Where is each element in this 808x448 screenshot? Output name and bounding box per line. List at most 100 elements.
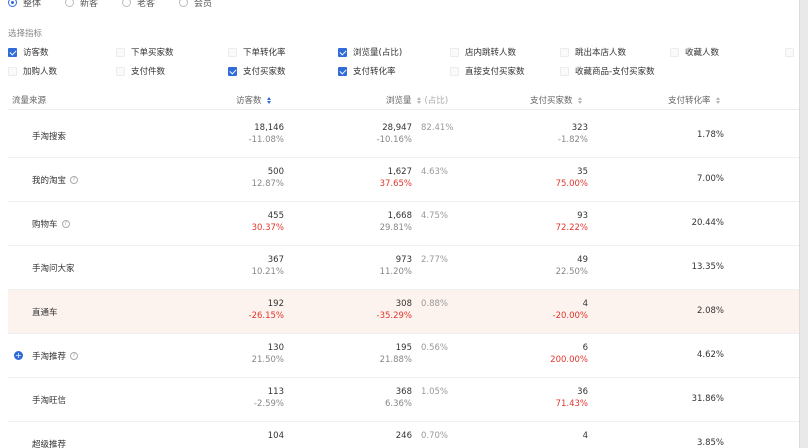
metric-option[interactable]: 支付转化率	[338, 65, 396, 77]
metric-option[interactable]: 下单转化率	[228, 46, 286, 58]
help-icon[interactable]: ?	[70, 176, 79, 184]
table-row[interactable]: 直通车 192 -26.15% 308 -35.29% 4 -20.00% 2.08% 0.88…	[8, 290, 799, 334]
pageviews-cell: 28,947 -10.16%	[377, 123, 412, 147]
help-icon[interactable]: ?	[61, 220, 70, 228]
metric-label: 直接支付买家数	[465, 67, 525, 77]
segment-radio[interactable]: 整体	[8, 0, 42, 9]
checkbox-icon[interactable]	[450, 47, 459, 57]
table-row[interactable]: 我的淘宝? 500 12.87% 1,627 37.65% 35 75.00% 7.00% 4.…	[8, 158, 799, 202]
header-conversion[interactable]: 支付转化率	[668, 94, 720, 106]
pageviews-cell-value: 368	[395, 387, 412, 397]
customer-segment-radios: 整体 新客 老客 会员	[8, 0, 236, 9]
radio-icon[interactable]	[8, 0, 17, 7]
checkbox-icon[interactable]	[670, 47, 679, 57]
table-row[interactable]: 手淘搜索 18,146 -11.08% 28,947 -10.16% 323 -1.82% 1…	[8, 114, 799, 158]
visitors-cell: 192 -26.15%	[249, 299, 284, 323]
source-cell: 手淘推荐?	[32, 334, 79, 378]
checkbox-icon[interactable]	[228, 47, 237, 57]
window-edge	[800, 0, 808, 448]
pageviews-cell-change: 11.20%	[379, 267, 412, 277]
conversion-cell: 3.85%	[697, 438, 724, 448]
buyers-cell-change: -20.00%	[552, 311, 588, 321]
segment-radio[interactable]: 会员	[179, 0, 212, 9]
metric-label: 支付件数	[131, 67, 166, 77]
conversion-cell: 20.44%	[692, 218, 724, 230]
conversion-cell-value: 13.35%	[691, 262, 724, 272]
segment-radio[interactable]: 新客	[65, 0, 98, 9]
conversion-cell: 13.35%	[692, 262, 724, 274]
pageviews-share: 4.63%	[421, 167, 449, 177]
checkbox-icon[interactable]	[8, 66, 17, 76]
checkbox-icon[interactable]	[785, 47, 794, 57]
sort-icon[interactable]	[416, 96, 421, 104]
table-row[interactable]: 购物车? 455 30.37% 1,668 29.81% 93 72.22% 20.44% 4.…	[8, 202, 799, 246]
checkbox-icon[interactable]	[8, 47, 17, 57]
sort-icon[interactable]	[577, 96, 582, 104]
segment-label: 整体	[23, 0, 42, 9]
checkbox-icon[interactable]	[338, 47, 347, 57]
visitors-cell-value: 455	[267, 211, 284, 221]
source-label: 购物车	[32, 220, 58, 230]
header-buyers[interactable]: 支付买家数	[530, 94, 582, 106]
segment-radio[interactable]: 老客	[122, 0, 155, 9]
table-row[interactable]: 手淘旺信 113 -2.59% 368 6.36% 36 71.43% 31.86% 1.05%	[8, 378, 799, 422]
metric-option[interactable]: 店内跳转人数	[450, 46, 516, 58]
table-row[interactable]: 手淘问大家 367 10.21% 973 11.20% 49 22.50% 13.35% 2.7…	[8, 246, 799, 290]
pageviews-cell-value: 28,947	[382, 123, 412, 133]
metric-label: 收藏商品-支付买家数	[575, 67, 655, 77]
source-label: 手淘旺信	[32, 396, 67, 406]
expand-icon[interactable]: +	[14, 351, 23, 360]
traffic-source-panel: 整体 新客 老客 会员 选择指标 访客数 下单买家数 下单转化率 浏览量(占比) 店内跳转人数…	[0, 0, 800, 448]
metric-option[interactable]: 直接支付买家数	[450, 65, 525, 77]
pageviews-share: 82.41%	[421, 123, 454, 133]
metric-label: 访客数	[23, 48, 49, 58]
sort-icon[interactable]	[715, 96, 720, 104]
checkbox-icon[interactable]	[450, 66, 459, 76]
visitors-cell-change	[268, 443, 284, 448]
pageviews-cell: 308 -35.29%	[377, 299, 412, 323]
checkbox-icon[interactable]	[338, 66, 347, 76]
checkbox-icon[interactable]	[560, 66, 569, 76]
table-row[interactable]: 超级推荐 104 246 4 3.85% 0.70%	[8, 422, 799, 448]
help-icon[interactable]: ?	[70, 352, 79, 360]
metric-option[interactable]: 浏览量(占比)	[338, 46, 402, 58]
visitors-cell: 130 21.50%	[252, 343, 284, 367]
buyers-cell: 4 -20.00%	[553, 299, 588, 323]
checkbox-icon[interactable]	[116, 66, 125, 76]
header-visitors[interactable]: 访客数	[236, 94, 271, 106]
visitors-cell: 500 12.87%	[252, 167, 284, 191]
buyers-cell-change: 71.43%	[555, 399, 588, 409]
checkbox-icon[interactable]	[228, 66, 237, 76]
metric-option[interactable]: 加购人数	[8, 65, 57, 77]
header-pageviews[interactable]: 浏览量 (占比)	[386, 94, 448, 106]
conversion-cell-value: 3.85%	[696, 438, 724, 448]
metric-option[interactable]: 收藏商品-支付买家数	[560, 65, 655, 77]
metric-option[interactable]: 已	[785, 46, 799, 58]
table-row[interactable]: + 手淘推荐? 130 21.50% 195 21.88% 6 200.00% 4.62% 0.5…	[8, 334, 799, 378]
metric-option[interactable]: 支付买家数	[228, 65, 286, 77]
source-label: 手淘搜索	[32, 132, 67, 142]
radio-icon[interactable]	[179, 0, 189, 7]
visitors-cell: 113 -2.59%	[254, 387, 284, 411]
visitors-cell: 18,146 -11.08%	[249, 123, 284, 147]
metric-option[interactable]: 跳出本店人数	[560, 46, 626, 58]
metric-option[interactable]: 访客数	[8, 46, 49, 58]
sort-icon[interactable]	[266, 96, 271, 104]
checkbox-icon[interactable]	[560, 47, 569, 57]
checkbox-icon[interactable]	[116, 47, 125, 57]
pageviews-cell-change: 37.65%	[379, 179, 412, 189]
metric-option[interactable]: 支付件数	[116, 65, 165, 77]
visitors-cell-change: -11.08%	[248, 135, 284, 145]
visitors-cell-change: -26.15%	[248, 311, 284, 321]
source-label: 超级推荐	[32, 440, 67, 448]
buyers-cell-change: -1.82%	[557, 135, 588, 145]
radio-icon[interactable]	[65, 0, 75, 7]
radio-icon[interactable]	[122, 0, 132, 7]
pageviews-share: 0.56%	[421, 343, 449, 353]
buyers-cell-change: 75.00%	[555, 179, 588, 189]
source-cell: 超级推荐	[32, 422, 66, 448]
pageviews-share: 1.05%	[421, 387, 449, 397]
metric-option[interactable]: 收藏人数	[670, 46, 719, 58]
pageviews-cell: 368 6.36%	[385, 387, 412, 411]
metric-option[interactable]: 下单买家数	[116, 46, 174, 58]
